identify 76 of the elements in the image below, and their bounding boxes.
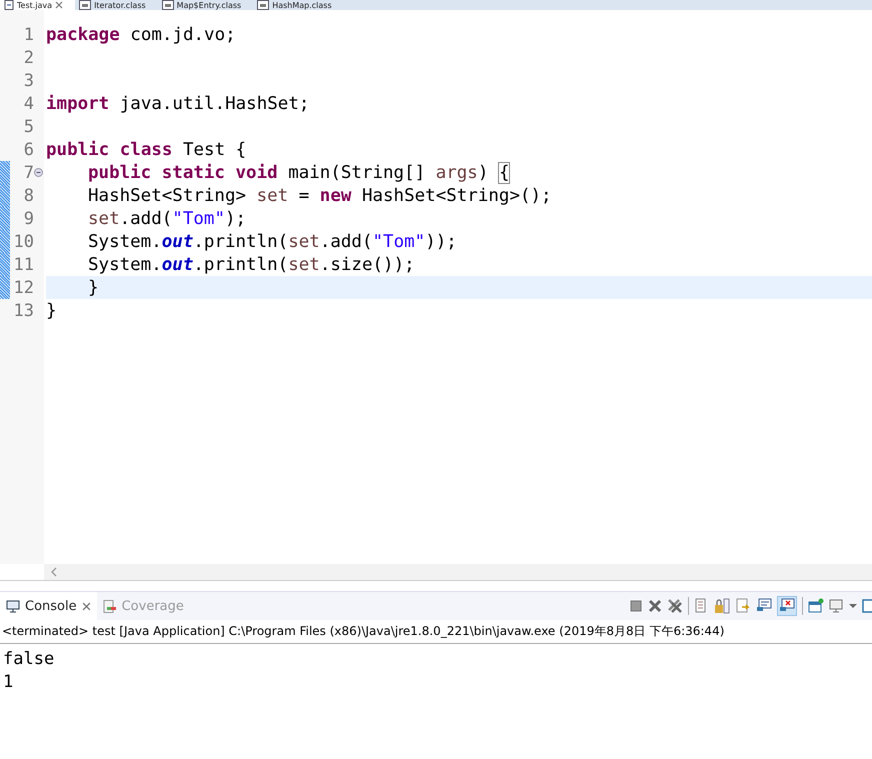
line-number: 2	[22, 48, 34, 68]
code-text: com.jd.vo;	[129, 24, 236, 44]
editor-tab[interactable]: HashMap.class	[253, 0, 344, 10]
matching-bracket: {	[498, 162, 510, 182]
keyword: public static void	[88, 162, 278, 182]
binary-file-icon	[162, 0, 174, 10]
monitor-icon[interactable]	[829, 598, 844, 614]
console-status: <terminated> test [Java Application] C:\Program Files (x86)\Java\jre1.8.0_221\bin\javaw.exe (2019年8月8日 下午6:36:44)	[0, 620, 872, 644]
variable-name: args	[436, 162, 478, 182]
code-text: System.	[88, 232, 162, 252]
monitor-icon	[6, 600, 20, 612]
variable-name: set	[88, 208, 120, 228]
keyword: new	[320, 186, 352, 206]
field-name: out	[162, 232, 194, 252]
variable-name: set	[256, 186, 288, 206]
code-text: ));	[425, 232, 457, 252]
fold-icon[interactable]	[34, 168, 43, 177]
code-text: HashSet<String>	[88, 186, 248, 206]
code-text: }	[46, 300, 57, 320]
editor-tab[interactable]: Iterator.class	[75, 0, 158, 10]
line-number: 12	[12, 278, 34, 298]
keyword: import	[46, 94, 110, 114]
code-text: java.util.HashSet;	[118, 94, 310, 114]
editor-tab[interactable]: Test.java	[0, 0, 76, 10]
line-number: 7	[22, 162, 34, 182]
line-number: 9	[22, 208, 34, 228]
remove-all-icon[interactable]	[667, 598, 683, 614]
code-text: main(String[]	[287, 162, 426, 182]
line-number: 8	[22, 186, 34, 206]
binary-file-icon	[79, 0, 92, 10]
display-icon[interactable]	[756, 598, 772, 614]
dropdown-icon[interactable]	[849, 603, 857, 609]
code-text: Test {	[182, 140, 246, 160]
coverage-icon	[102, 600, 117, 612]
line-number: 3	[22, 70, 34, 90]
remove-icon[interactable]	[648, 599, 662, 613]
code-text: }	[88, 278, 99, 298]
pin-icon[interactable]	[808, 598, 824, 614]
line-number: 1	[22, 24, 34, 44]
code-text: =	[298, 186, 310, 206]
field-name: out	[162, 254, 194, 274]
code-text: .add(	[120, 208, 172, 228]
display-error-icon[interactable]	[779, 598, 795, 614]
view-tab[interactable]: Console	[0, 592, 97, 620]
line-number: 11	[12, 254, 34, 274]
binary-file-icon	[257, 0, 270, 10]
string-literal: "Tom"	[172, 208, 225, 228]
editor-tab[interactable]: Map$Entry.class	[158, 0, 254, 10]
document-arrow-icon[interactable]	[735, 598, 751, 614]
keyword: package	[46, 24, 120, 44]
code-text: .add(	[320, 232, 372, 252]
code-text: HashSet<String>();	[360, 186, 552, 206]
console-output: 1	[3, 671, 14, 694]
line-number: 10	[12, 232, 34, 252]
string-literal: "Tom"	[372, 232, 426, 252]
code-text: )	[478, 162, 490, 182]
code-text: System.	[88, 254, 162, 274]
stop-icon[interactable]	[629, 599, 643, 613]
keyword: public class	[46, 140, 172, 160]
line-number: 13	[12, 300, 34, 320]
close-icon[interactable]	[55, 1, 64, 9]
variable-name: set	[288, 232, 320, 252]
console-output: false	[3, 648, 56, 671]
code-text: .size());	[320, 254, 415, 274]
window-icon[interactable]	[862, 598, 872, 614]
variable-name: set	[288, 254, 320, 274]
line-number: 6	[22, 140, 34, 160]
line-number: 4	[22, 94, 34, 114]
code-text: );	[224, 208, 246, 228]
java-file-icon	[4, 0, 14, 10]
code-text: .println(	[193, 232, 288, 252]
code-text: .println(	[193, 254, 288, 274]
scroll-left-icon[interactable]	[50, 567, 58, 577]
lock-icon[interactable]	[714, 598, 730, 614]
line-number: 5	[22, 116, 34, 136]
close-icon[interactable]	[82, 602, 91, 610]
